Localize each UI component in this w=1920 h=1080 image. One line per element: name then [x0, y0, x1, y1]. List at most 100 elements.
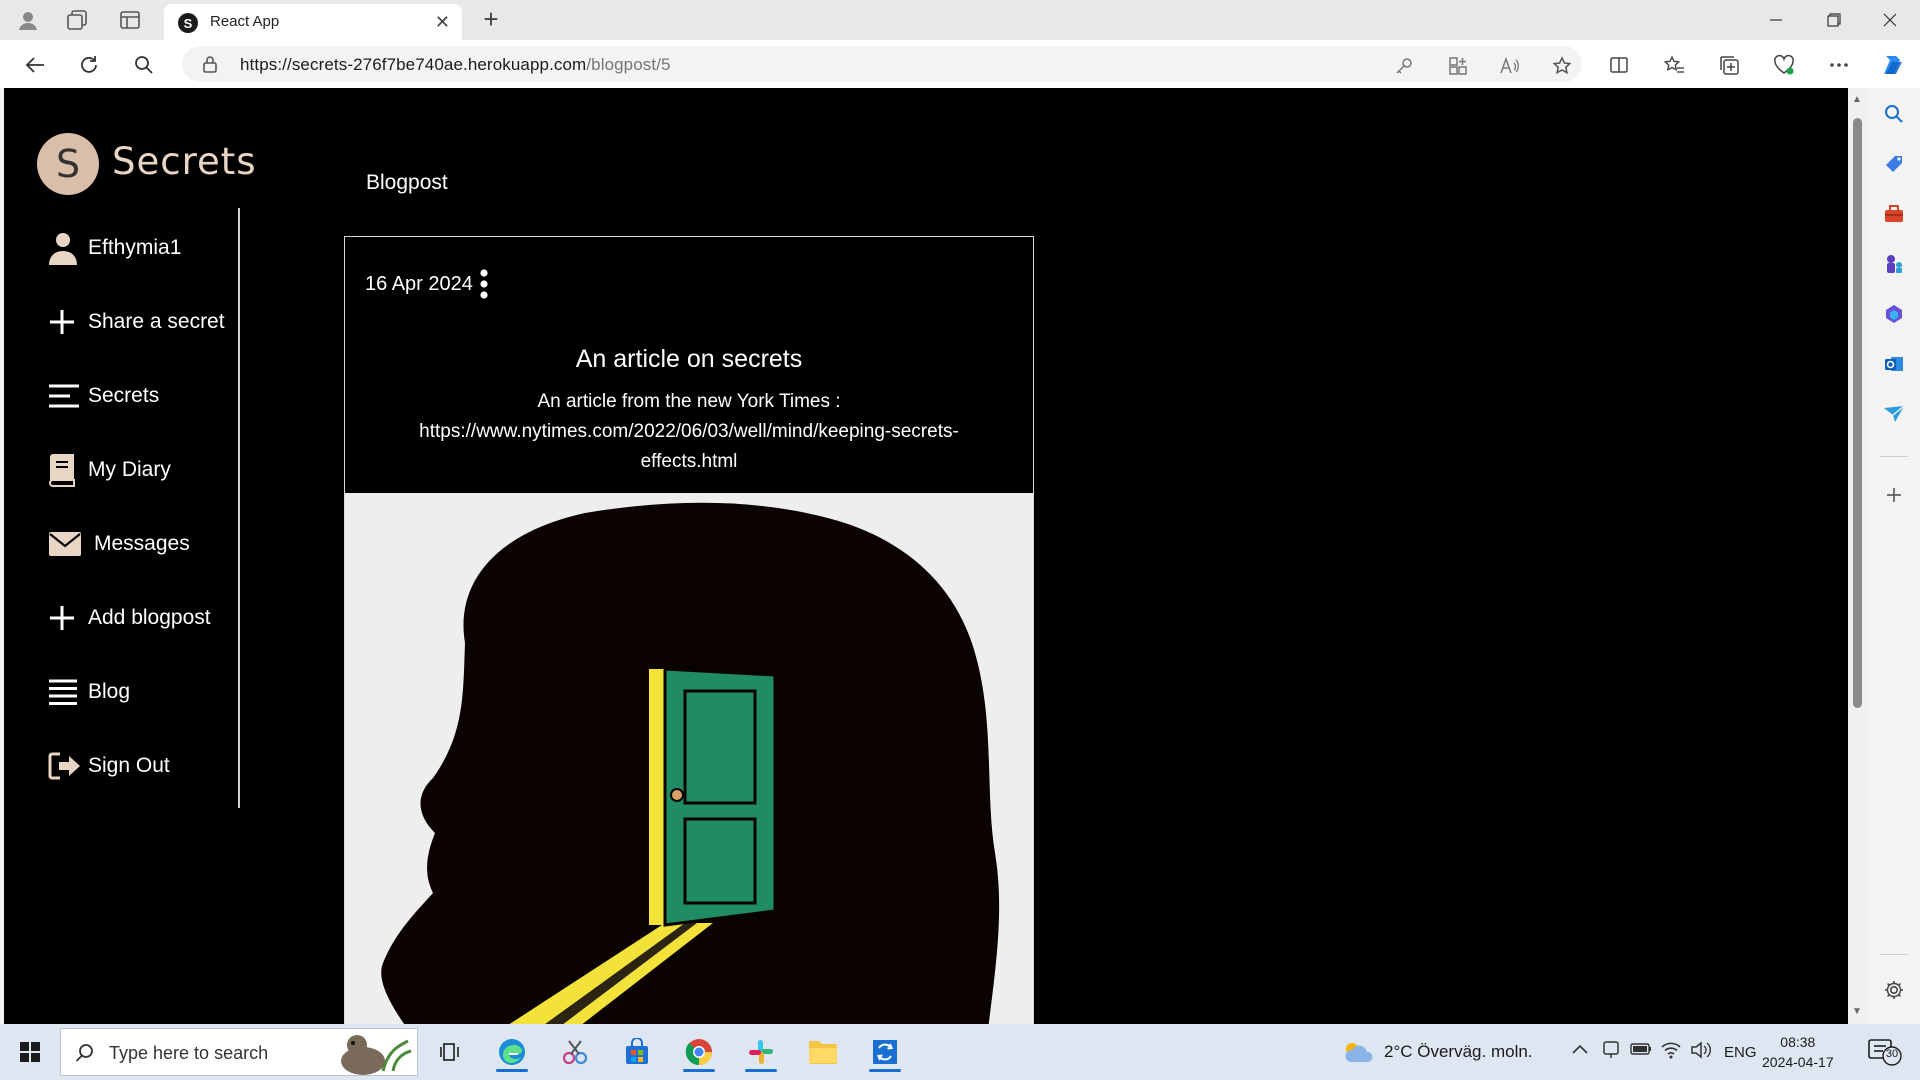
- back-icon[interactable]: [18, 48, 52, 82]
- sidebar-item-label: Messages: [94, 532, 190, 555]
- browser-tab-bar: S React App ✕ +: [0, 0, 1920, 40]
- browser-essentials-icon[interactable]: [1767, 48, 1801, 82]
- system-clock[interactable]: 08:38 2024-04-17: [1762, 1032, 1834, 1072]
- profile-icon[interactable]: [10, 2, 46, 38]
- post-body-line: An article from the new York Times :: [537, 391, 841, 412]
- taskbar-search-box[interactable]: Type here to search: [60, 1028, 418, 1076]
- sidebar-item-my-diary[interactable]: My Diary: [48, 450, 171, 490]
- browser-tab-active[interactable]: S React App ✕: [164, 4, 462, 40]
- show-hidden-icons-chevron-icon[interactable]: [1572, 1044, 1588, 1054]
- task-view-icon[interactable]: [428, 1032, 472, 1072]
- search-placeholder: Type here to search: [109, 1043, 269, 1063]
- search-icon[interactable]: [1880, 100, 1908, 128]
- split-screen-icon[interactable]: [1602, 48, 1636, 82]
- active-app-indicator: [496, 1069, 528, 1072]
- sidebar-item-label: Secrets: [88, 384, 160, 407]
- favorites-icon[interactable]: [1657, 48, 1691, 82]
- door-frame-light: [649, 669, 665, 925]
- active-app-indicator: [869, 1069, 901, 1072]
- scroll-up-icon[interactable]: ▲: [1852, 94, 1862, 105]
- edge-browser-icon[interactable]: [490, 1032, 534, 1072]
- minimize-button[interactable]: [1748, 0, 1804, 40]
- input-language[interactable]: ENG: [1724, 1044, 1757, 1061]
- sidebar-item-label: Share a secret: [88, 310, 225, 333]
- page-scrollbar[interactable]: ▲ ▼: [1848, 88, 1866, 1024]
- close-window-button[interactable]: [1862, 0, 1918, 40]
- read-aloud-icon[interactable]: [1496, 52, 1524, 80]
- notification-center-icon[interactable]: 30: [1868, 1038, 1902, 1066]
- sidebar-item-label: Blog: [88, 680, 131, 703]
- microsoft-365-icon[interactable]: [1880, 300, 1908, 328]
- add-icon[interactable]: [1880, 481, 1908, 509]
- sidebar-item-sign-out[interactable]: Sign Out: [48, 746, 170, 786]
- favorite-star-icon[interactable]: [1548, 52, 1576, 80]
- sidebar-item-share-secret[interactable]: Share a secret: [48, 302, 225, 342]
- search-highlight-icon: [323, 1031, 413, 1075]
- envelope-icon: [48, 527, 88, 561]
- tools-icon[interactable]: [1880, 200, 1908, 228]
- weather-text[interactable]: 2°C Överväg. moln.: [1384, 1042, 1533, 1062]
- clock-date: 2024-04-17: [1762, 1054, 1834, 1070]
- list-icon: [48, 675, 82, 709]
- reload-icon[interactable]: [72, 48, 106, 82]
- windows-start-icon[interactable]: [8, 1032, 52, 1072]
- active-app-indicator: [745, 1069, 777, 1072]
- sidebar-divider: [1880, 456, 1908, 457]
- sidebar-item-messages[interactable]: Messages: [48, 524, 190, 564]
- battery-icon[interactable]: [1630, 1042, 1652, 1056]
- password-key-icon[interactable]: [1390, 52, 1418, 80]
- tab-title: React App: [210, 13, 280, 30]
- sidebar-item-blog[interactable]: Blog: [48, 672, 130, 712]
- microsoft-store-icon[interactable]: [615, 1032, 659, 1072]
- tab-favicon: S: [178, 13, 198, 33]
- address-bar[interactable]: https://secrets-276f7be740ae.herokuapp.c…: [182, 46, 1582, 82]
- sidebar-item-secrets[interactable]: Secrets: [48, 376, 159, 416]
- shopping-tag-icon[interactable]: [1880, 150, 1908, 178]
- scroll-down-icon[interactable]: ▼: [1852, 1006, 1862, 1017]
- games-icon[interactable]: [1880, 250, 1908, 278]
- remote-app-icon[interactable]: [863, 1032, 907, 1072]
- copilot-icon[interactable]: [1876, 48, 1910, 82]
- scrollbar-thumb[interactable]: [1853, 118, 1862, 708]
- outlook-icon[interactable]: [1880, 350, 1908, 378]
- vertical-tabs-icon[interactable]: [112, 2, 148, 38]
- url-text: https://secrets-276f7be740ae.herokuapp.c…: [240, 55, 671, 74]
- sidebar-item-label: My Diary: [88, 458, 171, 481]
- app-available-icon[interactable]: [1444, 52, 1472, 80]
- sidebar-item-profile[interactable]: Efthymia1: [48, 228, 181, 268]
- edge-sidebar: [1868, 88, 1920, 1024]
- book-icon: [48, 453, 82, 487]
- restore-button[interactable]: [1806, 0, 1862, 40]
- side-navigation: Efthymia1 Share a secret Secrets My Diar…: [4, 208, 240, 808]
- search-icon[interactable]: [127, 48, 161, 82]
- app-logo[interactable]: S: [37, 133, 99, 195]
- volume-icon[interactable]: [1690, 1040, 1712, 1060]
- lock-icon[interactable]: [202, 55, 218, 73]
- browser-toolbar: https://secrets-276f7be740ae.herokuapp.c…: [0, 40, 1920, 88]
- file-explorer-icon[interactable]: [801, 1032, 845, 1072]
- new-tab-button[interactable]: +: [476, 4, 506, 34]
- workspaces-icon[interactable]: [59, 2, 95, 38]
- collections-icon[interactable]: [1712, 48, 1746, 82]
- post-body: An article from the new York Times : htt…: [375, 387, 1003, 477]
- meet-now-icon[interactable]: [1602, 1040, 1620, 1060]
- wifi-icon[interactable]: [1660, 1039, 1682, 1059]
- post-link[interactable]: https://www.nytimes.com/2022/06/03/well/…: [375, 417, 1003, 447]
- slack-icon[interactable]: [739, 1032, 783, 1072]
- close-tab-icon[interactable]: ✕: [435, 12, 450, 33]
- door-knob: [670, 788, 684, 802]
- chrome-icon[interactable]: [677, 1032, 721, 1072]
- settings-gear-icon[interactable]: [1880, 976, 1908, 1004]
- weather-cloud-icon[interactable]: [1342, 1040, 1376, 1064]
- plus-icon: [48, 305, 82, 339]
- post-link-continued[interactable]: effects.html: [375, 447, 1003, 477]
- sidebar-item-add-blogpost[interactable]: Add blogpost: [48, 598, 211, 638]
- send-icon[interactable]: [1880, 400, 1908, 428]
- more-options-icon[interactable]: [478, 268, 490, 300]
- snipping-tool-icon[interactable]: [553, 1032, 597, 1072]
- web-page: S Secrets Efthymia1 Share a secret Secre…: [4, 88, 1848, 1024]
- brand-name[interactable]: Secrets: [112, 140, 257, 183]
- sidebar-item-label: Add blogpost: [88, 606, 211, 629]
- sidebar-divider: [1880, 954, 1908, 955]
- more-options-icon[interactable]: [1822, 48, 1856, 82]
